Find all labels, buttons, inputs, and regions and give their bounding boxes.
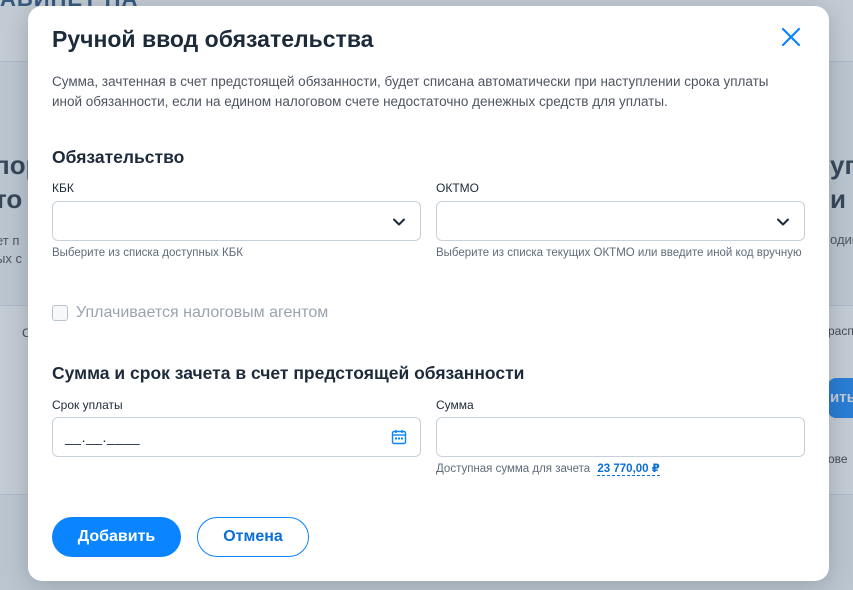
due-date-label: Срок уплаты xyxy=(52,398,123,412)
tax-agent-checkbox-label[interactable]: Уплачивается налоговым агентом xyxy=(76,304,328,322)
amount-section-title: Сумма и срок зачета в счет предстоящей о… xyxy=(52,363,525,383)
close-button[interactable] xyxy=(780,26,802,48)
kbk-select[interactable] xyxy=(52,201,421,241)
cancel-button[interactable]: Отмена xyxy=(197,517,309,557)
manual-obligation-dialog: Ручной ввод обязательства Сумма, зачтенн… xyxy=(28,6,829,581)
dialog-title: Ручной ввод обязательства xyxy=(52,26,374,52)
available-amount: Доступная сумма для зачета 23 770,00 ₽ xyxy=(436,461,660,476)
tax-agent-checkbox[interactable] xyxy=(52,305,68,321)
oktmo-label: ОКТМО xyxy=(436,181,479,195)
available-amount-label: Доступная сумма для зачета xyxy=(436,463,591,475)
amount-input[interactable] xyxy=(436,417,805,457)
obligation-section-title: Обязательство xyxy=(52,147,185,167)
close-icon xyxy=(781,27,801,47)
oktmo-select[interactable] xyxy=(436,201,805,241)
available-amount-link[interactable]: 23 770,00 ₽ xyxy=(597,463,660,476)
tax-agent-checkbox-row[interactable]: Уплачивается налоговым агентом xyxy=(52,304,328,322)
kbk-label: КБК xyxy=(52,181,74,195)
oktmo-hint: Выберите из списка текущих ОКТМО или вве… xyxy=(436,247,802,259)
calendar-icon[interactable] xyxy=(391,429,407,445)
chevron-down-icon xyxy=(393,218,405,226)
add-button[interactable]: Добавить xyxy=(52,517,181,557)
due-date-input[interactable]: __.__.____ xyxy=(52,417,421,457)
dialog-description: Сумма, зачтенная в счет предстоящей обяз… xyxy=(52,74,769,109)
due-date-placeholder: __.__.____ xyxy=(65,429,141,445)
chevron-down-icon xyxy=(777,218,789,226)
kbk-hint: Выберите из списка доступных КБК xyxy=(52,247,243,259)
amount-label: Сумма xyxy=(436,398,474,412)
